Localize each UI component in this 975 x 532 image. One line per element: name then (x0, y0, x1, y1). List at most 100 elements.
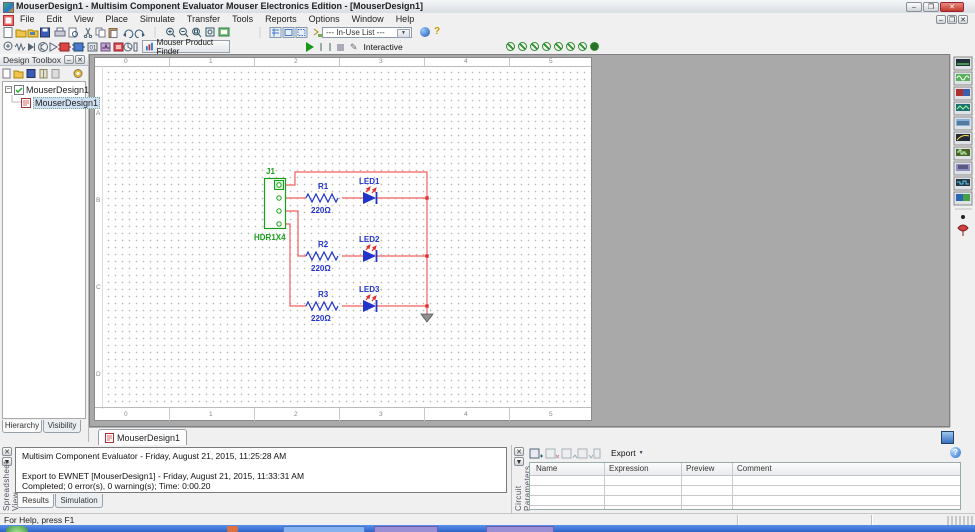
minimize-button[interactable]: – (906, 2, 922, 12)
circuit-params-close-icon[interactable]: ✕ (514, 447, 524, 456)
print-button[interactable] (55, 28, 65, 36)
print-preview-button[interactable] (69, 28, 78, 37)
close-design-button[interactable] (40, 70, 47, 79)
place-source-icon[interactable] (4, 42, 12, 50)
tab-hierarchy[interactable]: Hierarchy (2, 420, 42, 433)
show-page-bounds-button[interactable] (296, 28, 307, 38)
results-log[interactable]: Multisim Component Evaluator - Friday, A… (15, 447, 507, 493)
table-row[interactable] (530, 485, 960, 486)
power-probe-icon[interactable] (530, 42, 539, 51)
table-row[interactable] (530, 505, 960, 506)
schematic-sheet[interactable]: 0 1 2 3 4 5 A B C D 0 1 2 3 4 5 (94, 57, 592, 421)
multimeter-icon[interactable] (954, 57, 972, 70)
place-transistor-icon[interactable] (39, 42, 48, 51)
cut-button[interactable] (84, 28, 91, 38)
current-probe-icon[interactable] (518, 42, 527, 51)
word-generator-icon[interactable] (954, 162, 972, 175)
redo-icon[interactable] (135, 30, 145, 38)
paste-button[interactable] (109, 29, 117, 38)
place-cmos-icon[interactable] (72, 43, 85, 51)
move-up-icon[interactable] (562, 449, 577, 458)
delete-parameter-icon[interactable] (546, 449, 559, 458)
taskbar-item[interactable] (283, 526, 365, 532)
tab-results[interactable]: Results (17, 494, 54, 508)
new-file-button[interactable] (4, 28, 12, 38)
taskbar-item[interactable] (374, 526, 438, 532)
child-restore-button[interactable]: ❐ (947, 15, 957, 24)
place-connector-icon[interactable] (134, 43, 137, 51)
spreadsheet-close-icon[interactable]: ✕ (2, 447, 12, 456)
logic-converter-icon[interactable] (954, 192, 972, 205)
mouser-product-finder-button[interactable]: Mouser Product Finder (142, 40, 230, 53)
menu-file[interactable]: File (14, 13, 41, 26)
digital-probe-icon[interactable] (566, 42, 575, 51)
col-preview[interactable]: Preview (686, 464, 714, 473)
voltage-ref-probe-icon[interactable] (554, 42, 563, 51)
logic-analyzer-icon[interactable] (954, 177, 972, 190)
in-use-list-combo[interactable]: --- In-Use List --- ▼ (322, 27, 412, 38)
zoom-area-button[interactable] (193, 28, 201, 37)
open-sample-button[interactable] (28, 30, 38, 37)
help-icon[interactable]: ? (434, 26, 444, 38)
function-generator-icon[interactable] (954, 72, 972, 85)
table-row[interactable] (530, 495, 960, 496)
frequency-counter-icon[interactable] (954, 147, 972, 160)
tree-child-item[interactable]: MouserDesign1 (33, 97, 100, 109)
place-analog-icon[interactable] (50, 43, 57, 51)
add-parameter-icon[interactable] (530, 449, 543, 458)
chevron-down-icon[interactable]: ▼ (397, 29, 410, 38)
child-minimize-button[interactable]: – (936, 15, 946, 24)
show-grid-button[interactable] (270, 28, 281, 38)
place-mixed-icon[interactable] (101, 43, 110, 51)
panel-close-icon[interactable]: ✕ (75, 55, 85, 64)
place-diode-icon[interactable] (28, 43, 35, 51)
four-channel-oscilloscope-icon[interactable] (954, 117, 972, 130)
menu-window[interactable]: Window (346, 13, 390, 26)
menu-view[interactable]: View (68, 13, 99, 26)
simulate-pause-button[interactable] (320, 43, 331, 51)
diff-voltage-probe-icon[interactable] (542, 42, 551, 51)
mouser-web-icon[interactable] (420, 27, 430, 37)
menu-options[interactable]: Options (303, 13, 346, 26)
place-indicator-icon[interactable] (114, 43, 123, 51)
oscilloscope-icon[interactable] (954, 102, 972, 115)
menu-transfer[interactable]: Transfer (181, 13, 226, 26)
measurement-probe-icon[interactable] (961, 215, 965, 219)
zoom-in-button[interactable] (167, 28, 175, 37)
menu-reports[interactable]: Reports (259, 13, 303, 26)
open-design-button[interactable] (14, 71, 23, 78)
help-icon[interactable]: ? (950, 447, 961, 458)
place-ttl-icon[interactable] (58, 43, 71, 51)
place-power-icon[interactable] (124, 43, 132, 51)
probe-current-clamp-icon[interactable] (578, 42, 587, 51)
wattmeter-icon[interactable] (954, 87, 972, 100)
interactive-label[interactable]: Interactive (364, 42, 403, 52)
child-close-button[interactable]: ✕ (958, 15, 968, 24)
undo-icon[interactable] (123, 30, 133, 38)
menu-help[interactable]: Help (390, 13, 421, 26)
place-basic-icon[interactable] (15, 44, 25, 50)
copy-button[interactable] (96, 28, 105, 37)
col-name[interactable]: Name (536, 464, 557, 473)
move-down-icon[interactable] (578, 449, 593, 458)
full-screen-button[interactable] (219, 28, 229, 36)
schematic-grid[interactable] (103, 66, 591, 407)
export-button[interactable]: Export ▼ (607, 447, 648, 459)
restore-button[interactable]: ❐ (923, 2, 939, 12)
tree-root-item[interactable]: MouserDesign1 (26, 85, 89, 95)
show-border-button[interactable] (283, 28, 294, 38)
menu-edit[interactable]: Edit (41, 13, 69, 26)
start-button[interactable] (6, 526, 28, 532)
workspace-toggle-icon[interactable] (941, 431, 954, 444)
zoom-out-button[interactable] (180, 28, 188, 37)
zoom-fit-button[interactable] (206, 28, 214, 36)
voltage-probe-icon[interactable] (506, 42, 515, 51)
resize-grip[interactable] (947, 516, 973, 525)
col-comment[interactable]: Comment (737, 464, 772, 473)
bode-plotter-icon[interactable] (954, 132, 972, 145)
place-misc-digital-icon[interactable]: 01 (88, 43, 97, 52)
tab-visibility[interactable]: Visibility (43, 420, 81, 433)
simulate-stop-button[interactable] (337, 44, 344, 51)
menu-simulate[interactable]: Simulate (134, 13, 181, 26)
save-design-button[interactable] (27, 70, 35, 78)
